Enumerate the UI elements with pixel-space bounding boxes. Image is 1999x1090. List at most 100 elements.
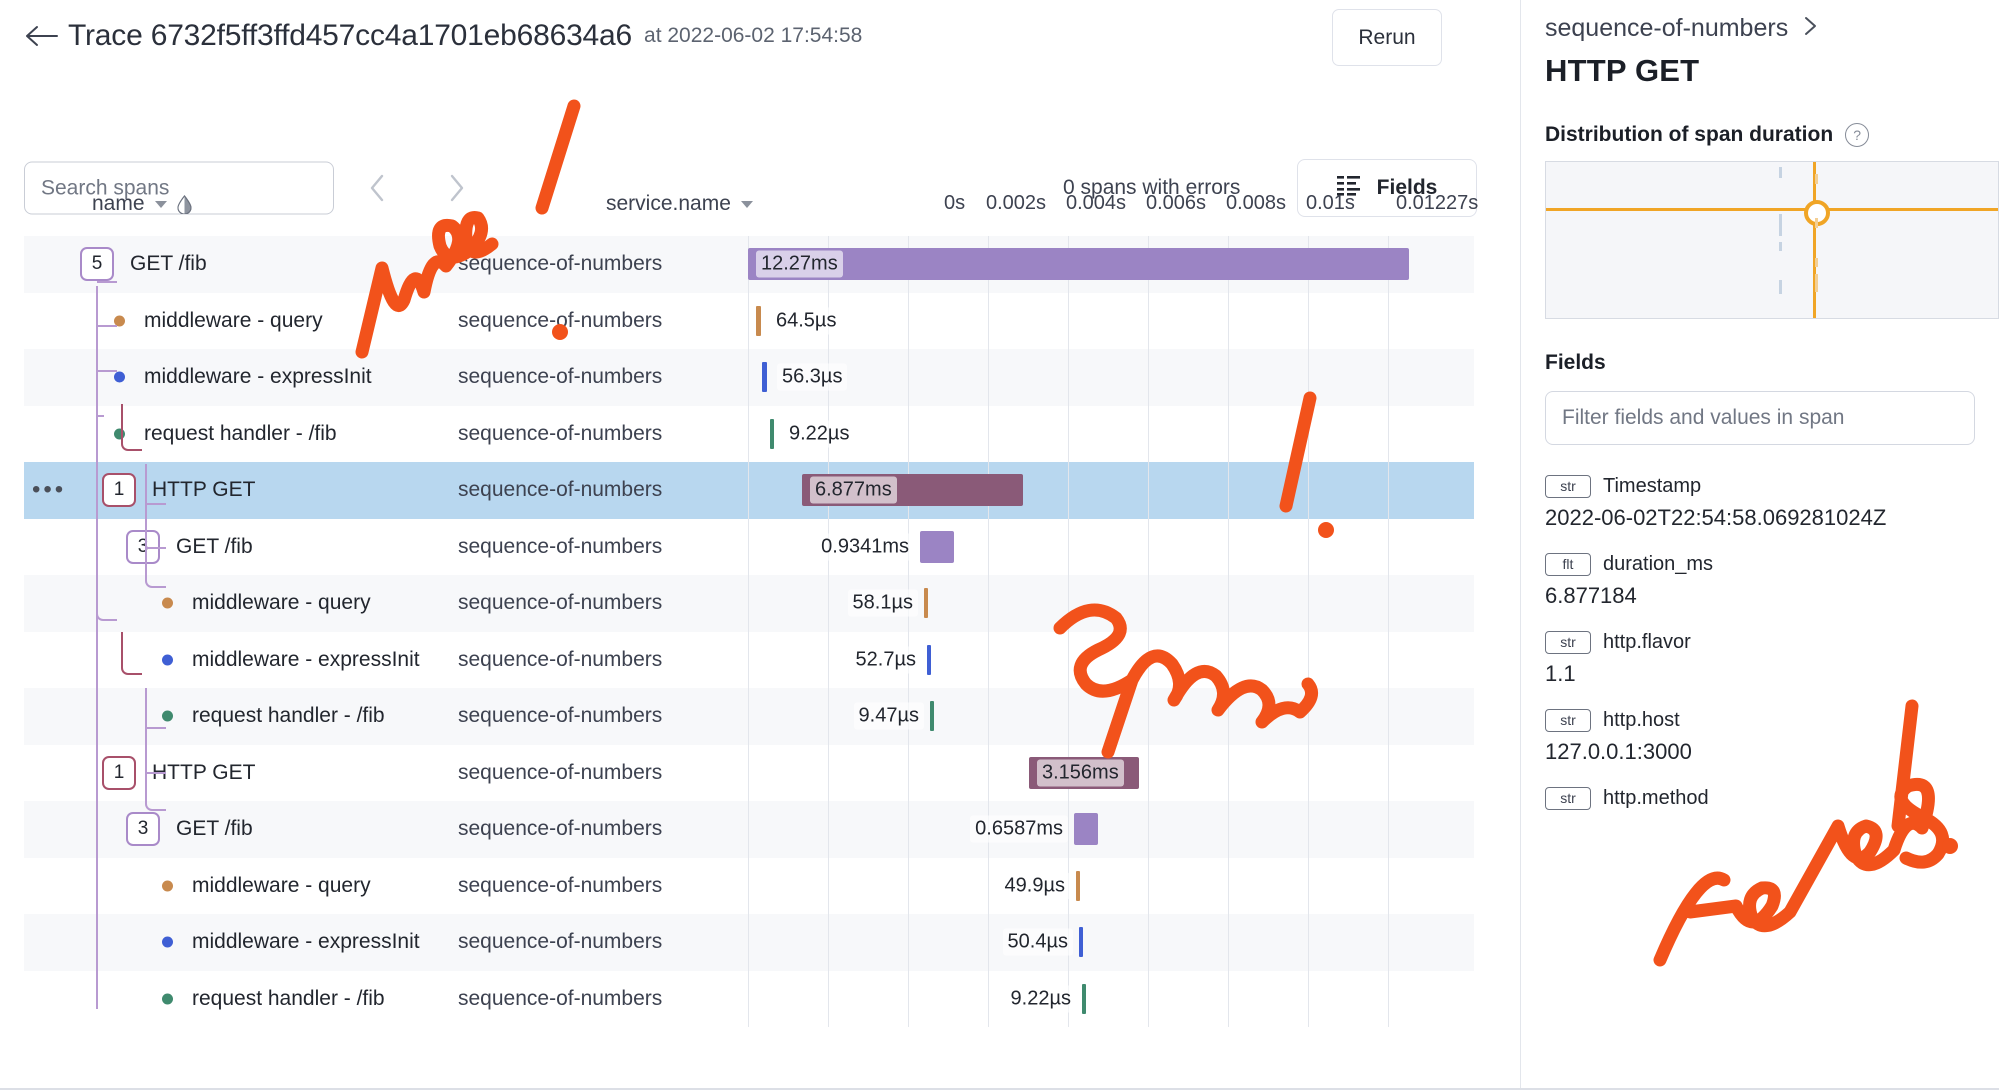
field-key-row[interactable]: strTimestamp: [1545, 475, 1999, 498]
table-row[interactable]: request handler - /fibsequence-of-number…: [24, 406, 1474, 463]
span-type-dot: [162, 598, 173, 609]
page-title: Trace 6732f5ff3ffd457cc4a1701eb68634a6: [68, 19, 632, 53]
span-duration-bar[interactable]: [927, 645, 931, 675]
timeline-gridline: [828, 914, 829, 971]
column-header-service-name[interactable]: service.name: [606, 192, 753, 216]
chevron-down-icon[interactable]: [741, 201, 753, 208]
timeline-gridline: [1308, 858, 1309, 915]
span-duration-bar[interactable]: [924, 588, 928, 618]
span-timeline-cell: 12.27ms: [748, 236, 1474, 293]
span-duration-bar[interactable]: [1082, 984, 1086, 1014]
table-row[interactable]: middleware - querysequence-of-numbers64.…: [24, 293, 1474, 350]
timeline-gridline: [1308, 575, 1309, 632]
field-key-row[interactable]: strhttp.flavor: [1545, 631, 1999, 654]
span-duration-bar[interactable]: [920, 531, 954, 563]
field-key-row[interactable]: flt duration_ms: [1545, 553, 1999, 576]
timeline-gridline: [988, 349, 989, 406]
field-key-row[interactable]: str http.method: [1545, 787, 1999, 810]
table-row[interactable]: 3GET /fibsequence-of-numbers0.6587ms: [24, 801, 1474, 858]
timeline-gridline: [908, 349, 909, 406]
timeline-gridline: [1228, 575, 1229, 632]
span-child-count-badge[interactable]: 1: [102, 756, 136, 790]
breadcrumb-service[interactable]: sequence-of-numbers: [1545, 14, 1788, 43]
span-timeline-cell: 50.4µs: [748, 914, 1474, 971]
timeline-gridline: [1388, 688, 1389, 745]
table-row[interactable]: middleware - expressInitsequence-of-numb…: [24, 349, 1474, 406]
span-child-count-badge[interactable]: 5: [80, 247, 114, 281]
span-service-name: sequence-of-numbers: [458, 817, 662, 841]
span-timeline-cell: 9.22µs: [748, 406, 1474, 463]
timeline-gridline: [1148, 519, 1149, 576]
span-duration-bar[interactable]: [1074, 813, 1098, 845]
timeline-axis: 0s 0.002s 0.004s 0.006s 0.008s 0.01s 0.0…: [944, 192, 1504, 220]
row-actions-icon[interactable]: •••: [32, 483, 66, 497]
chevron-down-icon[interactable]: [155, 201, 167, 208]
span-name: middleware - query: [144, 309, 323, 333]
span-duration-bar[interactable]: [748, 248, 1409, 280]
rerun-button[interactable]: Rerun: [1332, 9, 1442, 66]
span-duration-bar[interactable]: [1079, 927, 1083, 957]
span-duration-label: 56.3µs: [777, 364, 847, 391]
timeline-gridline: [1388, 575, 1389, 632]
table-row[interactable]: middleware - expressInitsequence-of-numb…: [24, 914, 1474, 971]
table-row[interactable]: middleware - querysequence-of-numbers58.…: [24, 575, 1474, 632]
table-row[interactable]: request handler - /fibsequence-of-number…: [24, 971, 1474, 1028]
table-row[interactable]: middleware - expressInitsequence-of-numb…: [24, 632, 1474, 689]
field-type-tag: flt: [1545, 553, 1591, 576]
span-name: GET /fib: [176, 817, 253, 841]
field-key-row[interactable]: strhttp.host: [1545, 709, 1999, 732]
timeline-gridline: [1388, 406, 1389, 463]
field-name: duration_ms: [1603, 553, 1713, 576]
timeline-gridline: [988, 406, 989, 463]
timeline-gridline: [988, 293, 989, 350]
span-name: middleware - expressInit: [144, 365, 372, 389]
span-type-dot: [162, 937, 173, 948]
table-row[interactable]: middleware - querysequence-of-numbers49.…: [24, 858, 1474, 915]
axis-tick: 0s: [944, 192, 965, 215]
timeline-gridline: [988, 688, 989, 745]
filter-fields-input[interactable]: [1546, 392, 1974, 444]
span-service-name: sequence-of-numbers: [458, 478, 662, 502]
span-duration-distribution-chart[interactable]: [1545, 161, 1999, 319]
timeline-gridline: [1068, 801, 1069, 858]
span-timeline-cell: 49.9µs: [748, 858, 1474, 915]
timeline-gridline: [1068, 293, 1069, 350]
table-row[interactable]: 1HTTP GETsequence-of-numbers3.156ms: [24, 745, 1474, 802]
timeline-gridline: [988, 519, 989, 576]
table-row[interactable]: 5GET /fibsequence-of-numbers12.27ms: [24, 236, 1474, 293]
timeline-gridline: [1308, 914, 1309, 971]
span-child-count-badge[interactable]: 3: [126, 530, 160, 564]
span-duration-bar[interactable]: [762, 362, 767, 392]
span-child-count-badge[interactable]: 1: [102, 473, 136, 507]
timeline-gridline: [908, 801, 909, 858]
chevron-right-icon: [1802, 15, 1820, 42]
timeline-gridline: [828, 858, 829, 915]
span-duration-bar[interactable]: [770, 419, 774, 449]
table-row[interactable]: •••1HTTP GETsequence-of-numbers6.877ms: [24, 462, 1474, 519]
span-name: GET /fib: [176, 535, 253, 559]
timeline-gridline: [828, 632, 829, 689]
droplet-icon[interactable]: [177, 195, 192, 214]
span-duration-bar[interactable]: [756, 306, 761, 336]
timeline-gridline: [1308, 632, 1309, 689]
column-header-name[interactable]: name: [92, 192, 192, 216]
question-circle-icon[interactable]: ?: [1845, 123, 1869, 147]
table-row[interactable]: 3GET /fibsequence-of-numbers0.9341ms: [24, 519, 1474, 576]
span-timeline-cell: 0.9341ms: [748, 519, 1474, 576]
span-duration-bar[interactable]: [1076, 871, 1080, 901]
field-type-tag: str: [1545, 787, 1591, 810]
dist-tick: [1815, 258, 1818, 267]
timeline-gridline: [988, 632, 989, 689]
timeline-gridline: [1308, 688, 1309, 745]
field-name: http.method: [1603, 787, 1709, 810]
span-name: GET /fib: [130, 252, 207, 276]
timeline-gridline: [1228, 688, 1229, 745]
dist-tick: [1815, 274, 1818, 292]
span-child-count-badge[interactable]: 3: [126, 812, 160, 846]
filter-fields-box[interactable]: [1545, 391, 1975, 445]
timeline-gridline: [1228, 801, 1229, 858]
table-row[interactable]: request handler - /fibsequence-of-number…: [24, 688, 1474, 745]
span-duration-label: 0.9341ms: [816, 533, 914, 560]
arrow-left-icon[interactable]: [22, 17, 60, 55]
span-duration-bar[interactable]: [930, 701, 934, 731]
